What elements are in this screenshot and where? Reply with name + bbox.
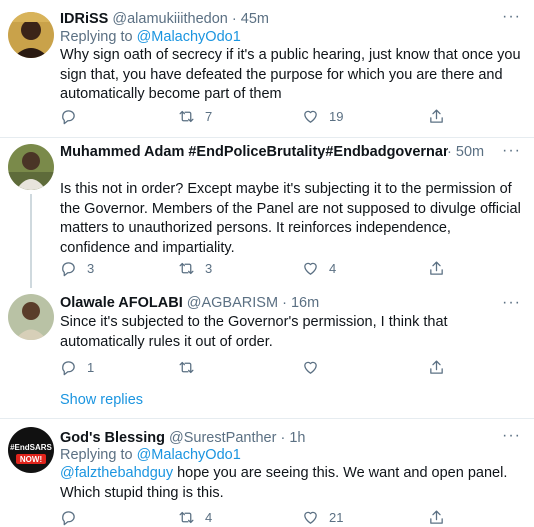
avatar-image [8,12,54,58]
separator-dot: · [280,430,286,446]
user-handle[interactable]: @AGBARISM [187,295,278,311]
display-name[interactable]: Muhammed Adam #EndPoliceBrutality#Endbad… [60,144,448,160]
tweet-actions: 1 [60,357,460,377]
avatar-image [8,294,54,340]
reply-icon [62,360,75,375]
display-name[interactable]: God's Blessing [60,430,165,446]
reply-button[interactable] [60,507,87,527]
like-button[interactable]: 4 [302,258,336,278]
tweet[interactable]: Olawale AFOLABI @AGBARISM · 16m ··· Sinc… [0,286,534,382]
retweet-icon [179,361,194,373]
share-button[interactable] [428,507,445,527]
share-button[interactable] [428,258,445,278]
retweet-count: 4 [205,509,213,525]
reply-button[interactable]: 1 [60,357,94,377]
share-icon [430,108,443,123]
like-button[interactable]: 21 [302,507,343,527]
avatar[interactable] [8,12,54,58]
tweet-text: Why sign oath of secrecy if it's a publi… [60,47,521,103]
like-icon [304,110,317,123]
avatar[interactable] [8,144,54,190]
replying-to-link[interactable]: @MalachyOdo1 [137,29,241,45]
replying-to-label: Replying to [60,447,133,463]
avatar-text-1: #EndSARS [10,443,52,452]
tweet-actions: 7 19 [60,106,460,126]
tweet[interactable]: #EndSARS NOW! God's Blessing @SurestPant… [0,419,534,527]
avatar[interactable] [8,294,54,340]
share-icon [430,509,443,524]
tweet-actions: 3 3 4 [60,258,460,278]
reply-button[interactable] [60,106,87,126]
like-icon [304,511,317,524]
like-icon [304,262,317,275]
share-icon [430,260,443,275]
tweet-header: IDRiSS @alamukiiithedon · 45m [60,10,494,28]
timestamp[interactable]: 16m [291,295,319,311]
retweet-button[interactable]: 3 [178,258,212,278]
like-button[interactable] [302,357,329,377]
tweet-header: Olawale AFOLABI @AGBARISM · 16m [60,294,494,312]
tweet[interactable]: IDRiSS @alamukiiithedon · 45m ··· Replyi… [0,0,534,136]
thread-line [30,194,32,288]
reply-count: 1 [87,359,95,375]
user-handle[interactable]: @alamukiiithedon [112,11,227,27]
timestamp[interactable]: 1h [289,430,305,446]
more-icon[interactable]: ··· [502,9,520,28]
more-icon[interactable]: ··· [502,143,520,162]
mention-link[interactable]: @falzthebahdguy [60,465,173,481]
retweet-button[interactable]: 7 [178,106,212,126]
tweet-time: · 50m [447,143,494,161]
reply-icon [62,109,75,124]
tweet-text: @falzthebahdguy hope you are seeing this… [60,464,525,503]
tweet-header: God's Blessing @SurestPanther · 1h [60,429,494,447]
retweet-button[interactable] [178,357,205,377]
separator-dot: · [231,11,237,27]
share-button[interactable] [428,106,445,126]
like-count: 21 [329,509,344,525]
display-name[interactable]: Olawale AFOLABI [60,295,183,311]
avatar-image: #EndSARS NOW! [8,427,54,473]
like-icon [304,361,317,374]
share-button[interactable] [428,357,445,377]
avatar-image [8,144,54,190]
retweet-count: 7 [205,108,213,124]
replying-to: Replying to @MalachyOdo1 [60,28,241,46]
like-count: 19 [329,108,344,124]
show-replies-link[interactable]: Show replies [60,392,143,408]
reply-button[interactable]: 3 [60,258,94,278]
like-count: 4 [329,260,337,276]
tweet-text: Is this not in order? Except maybe it's … [60,181,521,256]
more-icon[interactable]: ··· [502,295,520,314]
like-button[interactable]: 19 [302,106,343,126]
tweet-text: Since it's subjected to the Governor's p… [60,314,448,350]
retweet-count: 3 [205,260,213,276]
user-handle[interactable]: @SurestPanther [169,430,276,446]
replying-to-link[interactable]: @MalachyOdo1 [137,447,241,463]
avatar[interactable]: #EndSARS NOW! [8,427,54,473]
replying-to-label: Replying to [60,29,133,45]
timestamp[interactable]: 45m [241,11,269,27]
share-icon [430,359,443,374]
retweet-icon [179,262,194,274]
replying-to: Replying to @MalachyOdo1 [60,446,241,464]
tweet-actions: 4 21 [60,507,460,527]
more-icon[interactable]: ··· [502,428,520,447]
tweet-header: Muhammed Adam #EndPoliceBrutality#Endbad… [60,143,448,161]
tweet[interactable]: Muhammed Adam #EndPoliceBrutality#Endbad… [0,138,534,288]
retweet-icon [179,511,194,523]
reply-count: 3 [87,260,95,276]
timestamp[interactable]: 50m [456,144,484,160]
retweet-icon [179,110,194,122]
retweet-button[interactable]: 4 [178,507,212,527]
reply-icon [62,510,75,525]
separator-dot: · [447,144,452,160]
avatar-text-2: NOW! [20,455,42,464]
reply-icon [62,261,75,276]
display-name[interactable]: IDRiSS [60,11,108,27]
separator-dot: · [282,295,287,311]
